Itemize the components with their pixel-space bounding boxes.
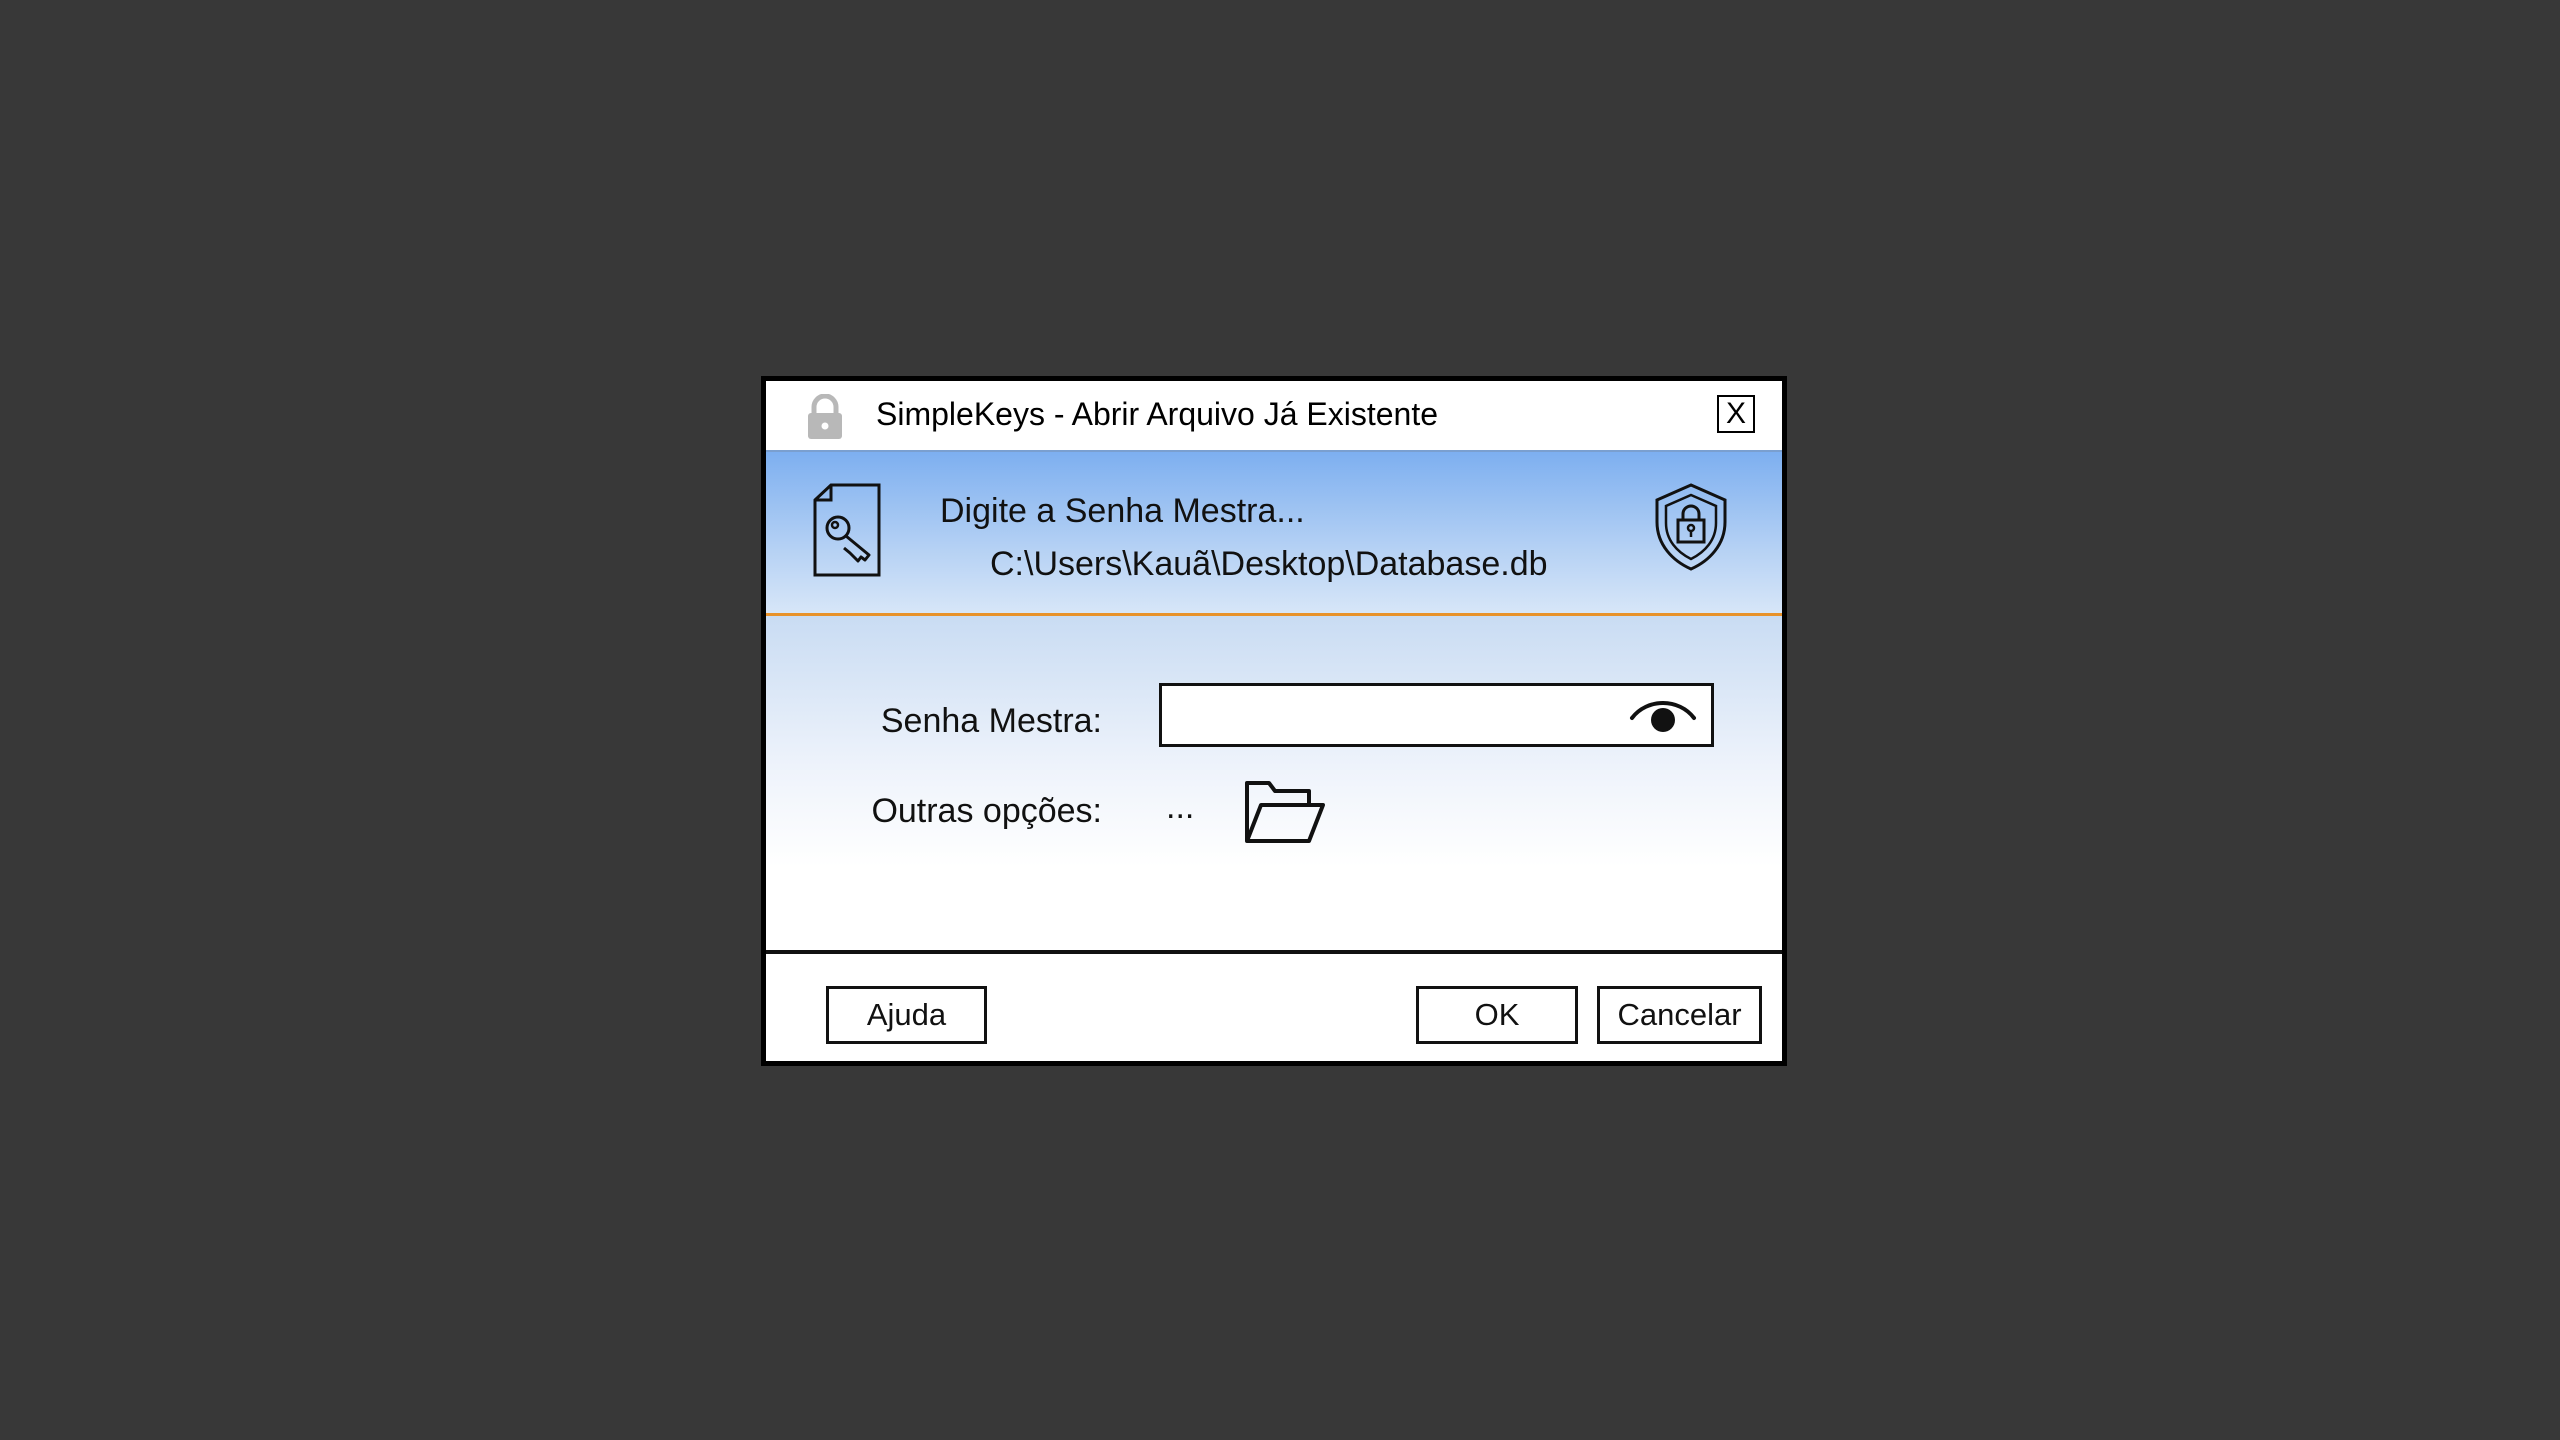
eye-icon[interactable] [1627,692,1699,738]
lock-icon [808,394,842,439]
help-button[interactable]: Ajuda [826,986,987,1044]
close-button[interactable]: X [1717,395,1755,433]
shield-lock-icon [1655,483,1727,571]
document-key-icon [813,483,881,577]
database-path: C:\Users\Kauã\Desktop\Database.db [990,545,1548,583]
dialog-footer: Ajuda OK Cancelar [766,954,1782,1061]
cancel-button[interactable]: Cancelar [1597,986,1762,1044]
master-password-field[interactable] [1159,683,1714,747]
title-bar: SimpleKeys - Abrir Arquivo Já Existente … [766,381,1782,452]
open-database-dialog: SimpleKeys - Abrir Arquivo Já Existente … [761,376,1787,1066]
open-folder-icon[interactable] [1243,779,1327,845]
other-options-ellipsis[interactable]: ... [1166,788,1194,827]
dialog-body: Senha Mestra: Outras opções: ... [766,616,1782,954]
dialog-header: Digite a Senha Mestra... C:\Users\Kauã\D… [766,452,1782,616]
master-password-input[interactable] [1170,692,1624,740]
other-options-label: Outras opções: [871,792,1102,830]
window-title: SimpleKeys - Abrir Arquivo Já Existente [876,396,1439,432]
header-title: Digite a Senha Mestra... [940,492,1305,530]
ok-button[interactable]: OK [1416,986,1578,1044]
master-password-label: Senha Mestra: [880,702,1102,740]
